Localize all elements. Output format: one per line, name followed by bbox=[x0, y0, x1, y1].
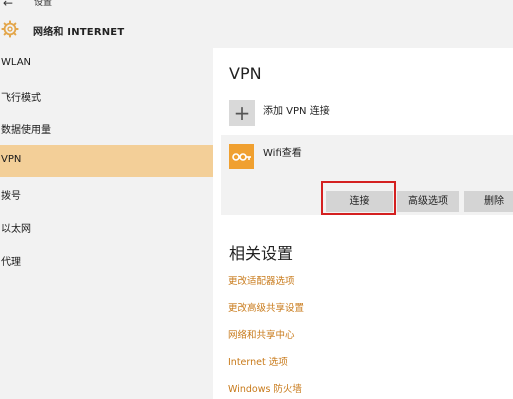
plus-icon: + bbox=[233, 101, 251, 125]
add-vpn-button[interactable]: + bbox=[229, 100, 255, 126]
sidebar-item-proxy[interactable]: 代理 bbox=[0, 244, 213, 276]
link-adapter-options[interactable]: 更改适配器选项 bbox=[228, 273, 295, 287]
advanced-options-button[interactable]: 高级选项 bbox=[397, 191, 459, 212]
sidebar-item-wlan[interactable]: WLAN bbox=[0, 48, 213, 80]
gear-icon bbox=[1, 20, 19, 38]
sidebar-item-label: 以太网 bbox=[1, 224, 31, 235]
add-vpn-label[interactable]: 添加 VPN 连接 bbox=[263, 102, 330, 117]
delete-button[interactable]: 删除 bbox=[464, 191, 513, 212]
window-title: 设置 bbox=[34, 0, 53, 8]
link-network-sharing-center[interactable]: 网络和共享中心 bbox=[228, 327, 295, 341]
related-settings-title: 相关设置 bbox=[229, 244, 294, 263]
link-internet-options[interactable]: Internet 选项 bbox=[228, 354, 288, 368]
sidebar-item-label: 拨号 bbox=[1, 191, 21, 202]
section-title: 网络和 INTERNET bbox=[33, 27, 125, 38]
sidebar: WLAN 飞行模式 数据使用量 VPN 拨号 以太网 代理 bbox=[0, 48, 213, 399]
sidebar-item-label: 数据使用量 bbox=[1, 125, 51, 136]
sidebar-item-label: 飞行模式 bbox=[1, 93, 41, 104]
sidebar-item-vpn[interactable]: VPN bbox=[0, 145, 213, 177]
vpn-connection-name: Wifi查看 bbox=[263, 148, 302, 159]
main-panel: VPN + 添加 VPN 连接 Wifi查看 连接 高级选项 删除 相关设置 更… bbox=[213, 48, 513, 399]
sidebar-item-data-usage[interactable]: 数据使用量 bbox=[0, 112, 213, 144]
title-bar: ← 设置 bbox=[0, 0, 513, 12]
sidebar-item-airplane-mode[interactable]: 飞行模式 bbox=[0, 80, 213, 112]
sidebar-item-label: 代理 bbox=[1, 257, 21, 268]
sidebar-item-label: WLAN bbox=[1, 57, 32, 68]
sidebar-item-dialup[interactable]: 拨号 bbox=[0, 178, 213, 210]
page-title: VPN bbox=[229, 64, 262, 83]
sidebar-item-label: VPN bbox=[1, 154, 22, 165]
vpn-logo-icon bbox=[229, 144, 254, 169]
back-arrow-icon[interactable]: ← bbox=[3, 0, 13, 10]
page-header: 网络和 INTERNET bbox=[0, 12, 513, 48]
sidebar-item-ethernet[interactable]: 以太网 bbox=[0, 211, 213, 243]
link-windows-firewall[interactable]: Windows 防火墙 bbox=[228, 381, 302, 395]
highlight-box bbox=[321, 181, 396, 215]
link-advanced-sharing[interactable]: 更改高级共享设置 bbox=[228, 300, 304, 314]
